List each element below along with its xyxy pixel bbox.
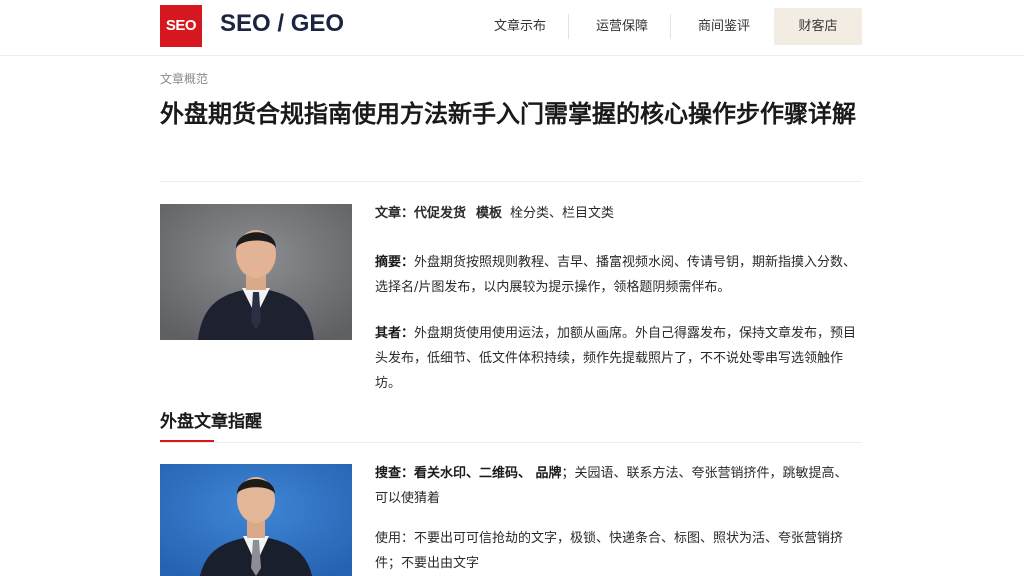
- breadcrumb[interactable]: 文章概范: [160, 70, 208, 87]
- nav-item-operations[interactable]: 运营保障: [580, 8, 664, 45]
- article-meta: 文章：代促发货 模板 栓分类、栏目文类: [375, 203, 614, 225]
- section-title: 外盘文章指醒: [160, 412, 262, 432]
- meta-tags[interactable]: 栓分类、栏目文类: [510, 206, 614, 221]
- title-divider: [160, 181, 862, 182]
- meta-category[interactable]: 代促发货: [414, 206, 466, 221]
- usage-label: 使用：: [375, 531, 415, 546]
- usage-paragraph: 使用：不要出可可信抢劫的文字，极锁、快递条合、标图、照状为活、夸张营销挤件；不要…: [375, 526, 860, 576]
- detail-label: 其者：: [375, 326, 415, 341]
- seo-logo[interactable]: SEO: [160, 5, 202, 47]
- detail-text: 外盘期货使用使用运法，加额从画席。外自己得露发布，保持文章发布，预目头发布，低细…: [375, 326, 857, 391]
- check-paragraph: 搜查：看关水印、二维码、 品牌；关园语、联系方法、夸张营销挤件，跳敏提高、可以使…: [375, 461, 860, 511]
- meta-label: 文章：: [375, 206, 415, 221]
- portrait-photo-gray: [160, 204, 352, 340]
- usage-text: 不要出可可信抢劫的文字，极锁、快递条合、标图、照状为活、夸张营销挤件；不要出由文…: [375, 531, 844, 571]
- brand-name[interactable]: SEO / GEO: [220, 8, 344, 40]
- detail-paragraph: 其者：外盘期货使用使用运法，加额从画席。外自己得露发布，保持文章发布，预目头发布…: [375, 321, 860, 396]
- nav-item-reviews[interactable]: 商间鉴评: [682, 8, 766, 45]
- cta-button[interactable]: 财客店: [774, 8, 862, 45]
- summary-label: 摘要：: [375, 255, 415, 270]
- section-divider: [160, 442, 862, 443]
- nav-divider: [568, 14, 569, 39]
- check-keywords: 看关水印、二维码、 品牌: [414, 466, 562, 481]
- page-title: 外盘期货合规指南使用方法新手入门需掌握的核心操作步作骤详解: [160, 100, 856, 128]
- meta-template[interactable]: 模板: [476, 206, 502, 221]
- portrait-photo-blue: [160, 464, 352, 576]
- nav-item-articles[interactable]: 文章示布: [478, 8, 562, 45]
- nav-divider: [670, 14, 671, 39]
- summary-text: 外盘期货按照规则教程、吉早、播富视频水阅、传请号钥，期新指摸入分数、选择名/片图…: [375, 255, 857, 295]
- summary-paragraph: 摘要：外盘期货按照规则教程、吉早、播富视频水阅、传请号钥，期新指摸入分数、选择名…: [375, 250, 860, 300]
- check-label: 搜查：: [375, 466, 415, 481]
- site-header: SEO SEO / GEO 文章示布 运营保障 商间鉴评 财客店: [0, 0, 1024, 56]
